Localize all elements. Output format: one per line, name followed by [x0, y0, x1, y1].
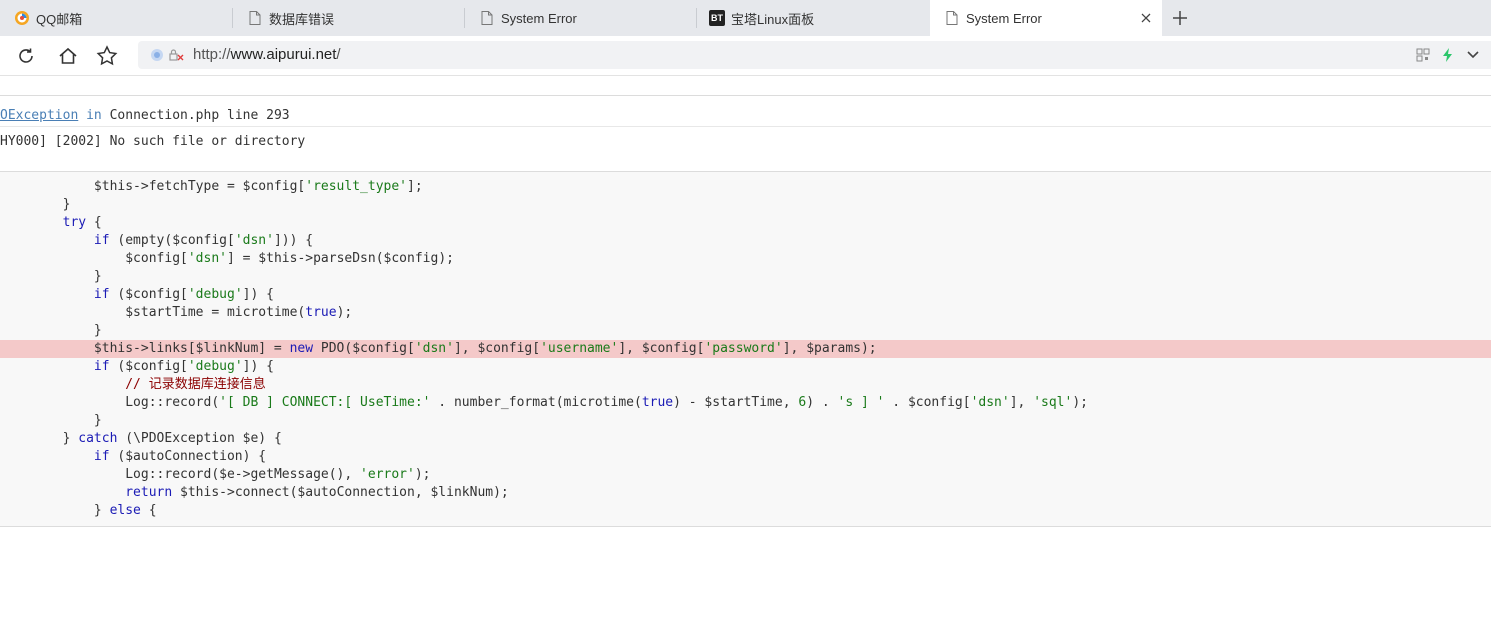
code-line: if ($config['debug']) {: [93, 287, 274, 302]
home-icon[interactable]: [56, 44, 80, 68]
address-bar[interactable]: http://www.aipurui.net/: [138, 41, 1491, 69]
code-line: if (empty($config['dsn'])) {: [93, 233, 314, 248]
exception-header: OException in Connection.php line 293: [0, 108, 290, 123]
code-line: } catch (\PDOException $e) {: [62, 431, 282, 446]
code-line: } else {: [93, 503, 157, 518]
code-line: try {: [62, 215, 102, 230]
page-content: OException in Connection.php line 293 HY…: [0, 76, 1491, 620]
page-icon: [944, 10, 960, 26]
tab-label: 数据库错误: [269, 11, 335, 27]
divider: [0, 126, 1491, 127]
divider: [0, 95, 1491, 96]
tab-label: System Error: [966, 10, 1042, 26]
code-line: }: [62, 197, 71, 212]
exception-location: Connection.php line 293: [109, 108, 290, 123]
code-line: if ($autoConnection) {: [93, 449, 267, 464]
page-icon: [479, 10, 495, 26]
chevron-down-icon[interactable]: [1465, 47, 1481, 63]
tab-label: 宝塔Linux面板: [731, 11, 815, 27]
tab-label: QQ邮箱: [36, 11, 83, 27]
close-icon[interactable]: [1138, 10, 1154, 26]
lightning-icon[interactable]: [1440, 47, 1456, 63]
tab-bar: QQ邮箱 数据库错误 System Error BT 宝塔Linux面板 Sys…: [0, 0, 1491, 36]
insecure-lock-icon[interactable]: [168, 47, 184, 63]
exception-class-link[interactable]: OException: [0, 108, 78, 123]
qr-code-icon[interactable]: [1415, 47, 1431, 63]
browser-toolbar: http://www.aipurui.net/: [0, 36, 1491, 76]
code-line: }: [93, 323, 102, 338]
page-icon: [247, 10, 263, 26]
tab-label: System Error: [501, 10, 577, 26]
new-tab-plus-icon[interactable]: [1170, 8, 1190, 28]
code-line: $this->fetchType = $config['result_type'…: [93, 179, 423, 194]
code-line: $config['dsn'] = $this->parseDsn($config…: [125, 251, 454, 266]
source-code-block: $this->fetchType = $config['result_type'…: [0, 171, 1491, 527]
tab-system-error-1[interactable]: System Error: [465, 0, 697, 36]
security-shield-icon[interactable]: [150, 48, 164, 62]
code-line: }: [93, 413, 102, 428]
code-line: Log::record('[ DB ] CONNECT:[ UseTime:' …: [125, 395, 1088, 410]
tab-bt-panel[interactable]: BT 宝塔Linux面板: [697, 0, 930, 36]
tab-system-error-active[interactable]: System Error: [930, 0, 1162, 36]
qq-mail-icon: [14, 10, 30, 26]
tab-db-error[interactable]: 数据库错误: [233, 0, 465, 36]
in-keyword: in: [86, 108, 102, 123]
code-line: if ($config['debug']) {: [93, 359, 274, 374]
bookmark-star-icon[interactable]: [95, 44, 119, 68]
code-line: return $this->connect($autoConnection, $…: [125, 485, 509, 500]
code-line: Log::record($e->getMessage(), 'error');: [125, 467, 431, 482]
url-text[interactable]: http://www.aipurui.net/: [193, 46, 341, 63]
bt-icon: BT: [709, 10, 725, 26]
exception-message: HY000] [2002] No such file or directory: [0, 134, 306, 149]
code-line-highlighted: $this->links[$linkNum] = new PDO($config…: [0, 340, 1491, 358]
tab-qq-mail[interactable]: QQ邮箱: [0, 0, 233, 36]
code-line: }: [93, 269, 102, 284]
reload-icon[interactable]: [14, 44, 38, 68]
code-line: $startTime = microtime(true);: [125, 305, 353, 320]
code-line: // 记录数据库连接信息: [125, 377, 266, 392]
